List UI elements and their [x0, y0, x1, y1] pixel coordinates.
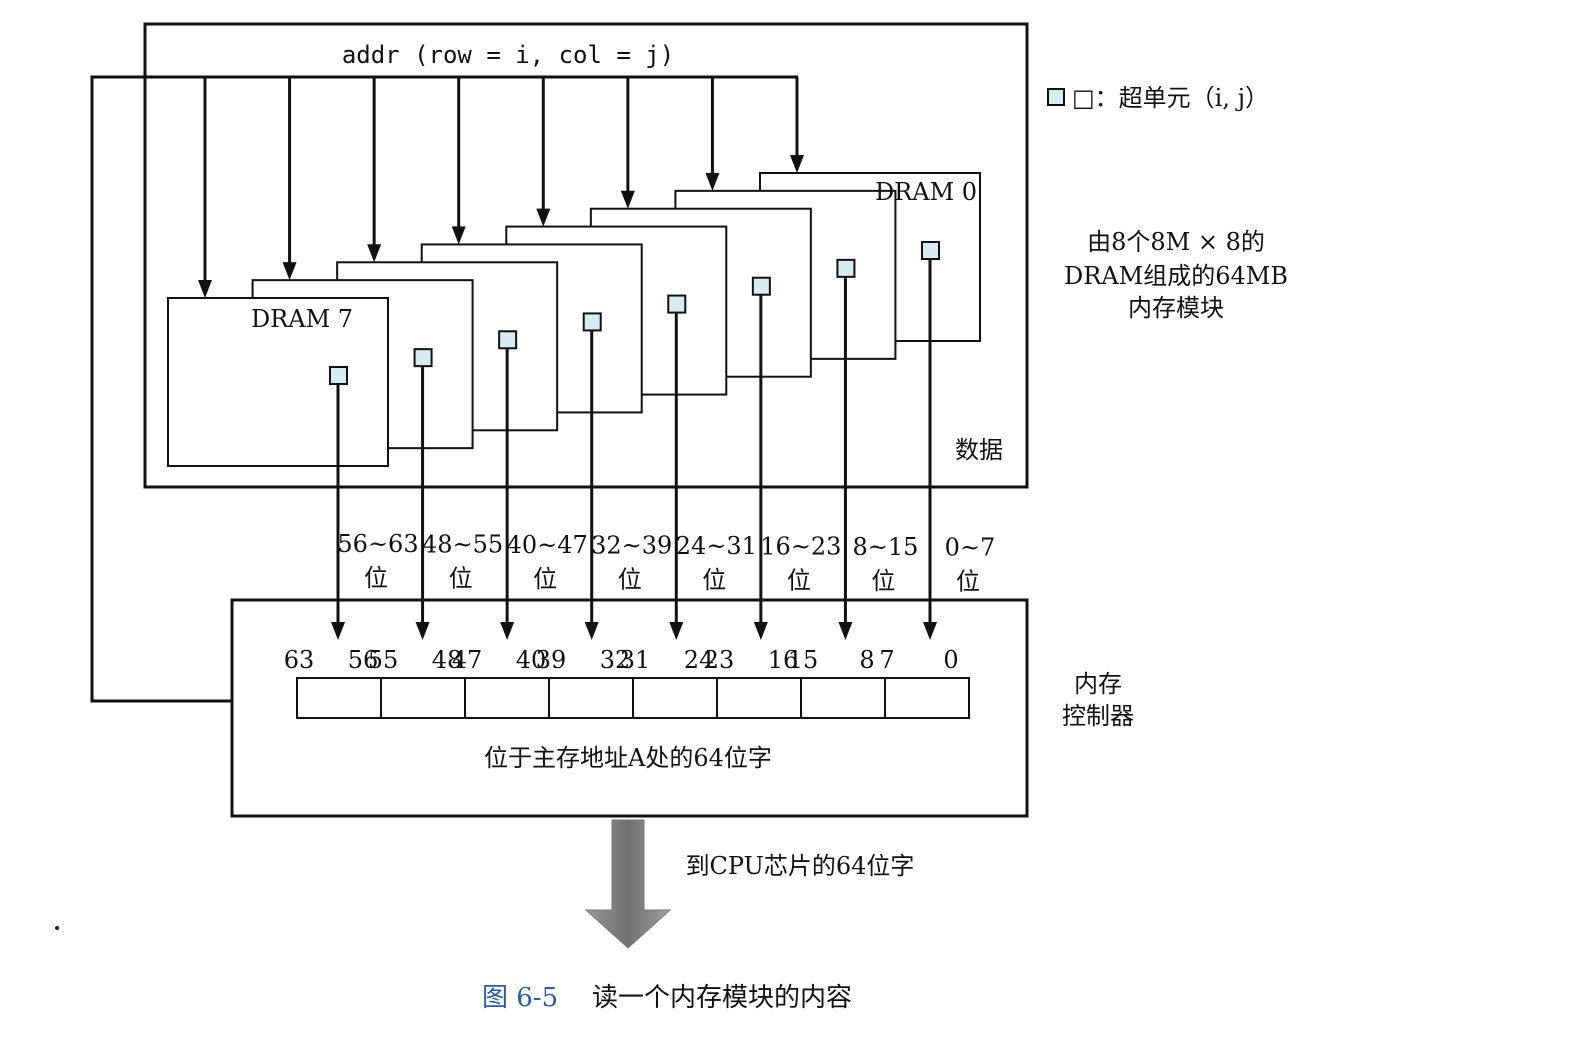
bit-number-hi-2: 47: [452, 646, 483, 674]
memory-module-diagram: addr (row = i, col = j) DRAM 0 DRAM 7 数据…: [55, 22, 1288, 1013]
bit-number-hi-6: 15: [788, 646, 819, 674]
bit-number-lo-6: 8: [859, 646, 874, 674]
module-label-line-3: 内存模块: [1128, 294, 1224, 322]
word-cell-5: [716, 677, 802, 719]
figure-caption: 读一个内存模块的内容: [592, 983, 852, 1013]
bit-range-unit-5: 位: [787, 567, 811, 595]
addr-arrow-1: [705, 77, 720, 191]
bit-number-hi-7: 7: [879, 646, 894, 674]
controller-label-line-1: 内存: [1074, 670, 1122, 698]
bit-range-unit-3: 位: [618, 566, 642, 594]
diagram-canvas: addr (row = i, col = j) DRAM 0 DRAM 7 数据…: [0, 0, 1588, 1051]
word-cell-2: [464, 677, 550, 719]
bit-number-lo-7: 0: [943, 646, 958, 674]
controller-label-line-2: 控制器: [1062, 702, 1134, 730]
bit-range-3: 32~39: [591, 532, 672, 560]
supercell-legend-icon: [1047, 88, 1065, 106]
bit-range-7: 0~7: [945, 534, 996, 562]
module-label-line-1: 由8个8M × 8的: [1087, 228, 1265, 256]
dram-0-label: DRAM 0: [875, 178, 977, 206]
word-cells: [296, 677, 970, 719]
word-cell-4: [632, 677, 718, 719]
supercell-icon-2: [751, 276, 771, 296]
addr-arrow-0: [790, 77, 804, 173]
dram-7-label: DRAM 7: [251, 305, 353, 333]
supercell-icon-0: [921, 241, 940, 260]
supercell-legend-label: □：超单元（i, j）: [1072, 84, 1269, 112]
bit-range-0: 56~63: [337, 530, 418, 558]
bit-range-unit-6: 位: [871, 567, 895, 595]
bit-number-hi-1: 55: [368, 646, 399, 674]
data-label: 数据: [955, 436, 1003, 464]
cpu-word-label: 到CPU芯片的64位字: [686, 852, 915, 880]
addr-arrow-6: [282, 77, 297, 281]
word-cell-0: [296, 677, 382, 719]
module-label-line-2: DRAM组成的64MB: [1064, 262, 1288, 290]
bit-range-unit-0: 位: [364, 564, 388, 592]
addr-arrow-3: [536, 77, 551, 227]
bit-range-6: 8~15: [852, 533, 918, 561]
bit-range-unit-1: 位: [449, 565, 473, 593]
supercell-icon-3: [667, 294, 687, 314]
addr-label: addr (row = i, col = j): [342, 41, 674, 69]
supercell-icon-7: [329, 366, 348, 385]
stray-dot: [55, 926, 59, 930]
bit-number-hi-3: 39: [536, 646, 567, 674]
bit-range-2: 40~47: [507, 531, 588, 559]
supercell-icon-1: [836, 258, 856, 278]
bit-range-unit-7: 位: [956, 568, 980, 596]
addr-arrow-4: [451, 77, 466, 245]
supercell-icon-5: [498, 330, 518, 350]
bit-range-4: 24~31: [676, 532, 757, 560]
bit-range-1: 48~55: [422, 531, 503, 559]
bit-numbers: 63 5655 4847 4039 3231 2423 1615 8 7 0: [284, 646, 959, 674]
addr-arrow-5: [367, 77, 382, 263]
word-label: 位于主存地址A处的64位字: [484, 744, 772, 772]
cpu-output-arrow: [584, 819, 672, 949]
bit-number-hi-4: 31: [620, 646, 651, 674]
bit-range-5: 16~23: [760, 533, 841, 561]
bit-number-hi-5: 23: [704, 646, 735, 674]
word-cell-6: [800, 677, 886, 719]
word-cell-7: [884, 677, 970, 719]
supercell-icon-4: [582, 312, 602, 332]
bit-number-hi-0: 63: [284, 646, 315, 674]
supercell-icon-6: [413, 348, 433, 368]
addr-arrow-2: [620, 77, 635, 209]
bit-range-labels: 56~63 位 48~55 位 40~47 位 32~39 位 24~31 位 16~23 位 8~15…: [337, 530, 995, 596]
bit-range-unit-4: 位: [702, 566, 726, 594]
bit-range-unit-2: 位: [533, 565, 557, 593]
word-cell-1: [380, 677, 466, 719]
figure-number: 图 6-5: [482, 983, 558, 1013]
addr-arrow-7: [198, 77, 212, 298]
word-cell-3: [548, 677, 634, 719]
